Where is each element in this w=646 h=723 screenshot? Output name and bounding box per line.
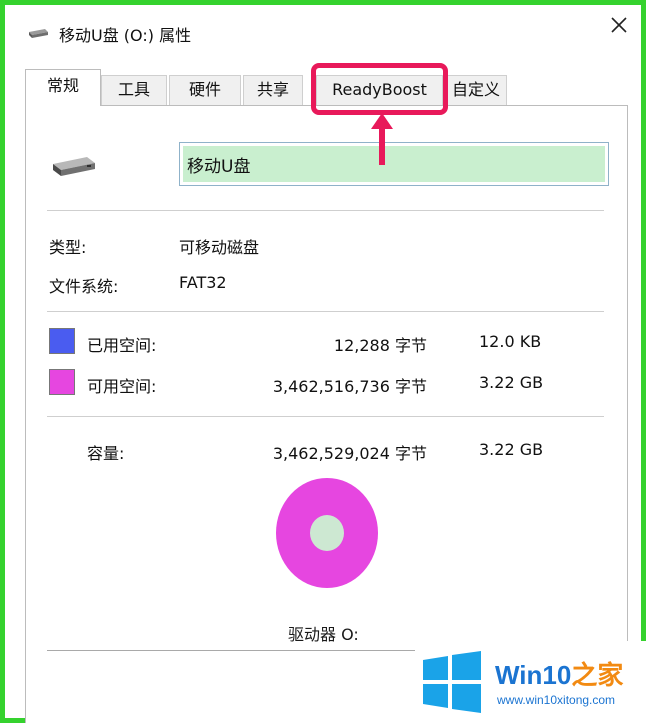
capacity-bytes: 3,462,529,024 字节 xyxy=(272,444,427,463)
divider xyxy=(47,210,604,211)
close-icon xyxy=(611,17,627,33)
removable-drive-icon xyxy=(53,157,95,176)
disk-usage-pie xyxy=(276,478,378,588)
arrow-up-icon xyxy=(371,113,393,165)
free-space-label: 可用空间: xyxy=(87,377,157,396)
usb-drive-icon xyxy=(29,29,48,38)
close-button[interactable] xyxy=(603,9,635,41)
watermark: Win10之家 www.win10xitong.com xyxy=(415,641,646,723)
watermark-url: www.win10xitong.com xyxy=(497,693,616,707)
tab-hardware[interactable]: 硬件 xyxy=(169,75,241,105)
tab-customize[interactable]: 自定义 xyxy=(445,75,507,105)
free-space-swatch xyxy=(49,369,75,395)
used-space-label: 已用空间: xyxy=(87,336,157,355)
title-bar: 移动U盘 (O:) 属性 xyxy=(5,5,641,53)
pie-center-hole xyxy=(310,515,344,551)
used-space-size: 12.0 KB xyxy=(479,332,542,351)
divider xyxy=(47,416,604,417)
filesystem-label: 文件系统: xyxy=(49,277,119,296)
screenshot-frame: 移动U盘 (O:) 属性 常规 工具 硬件 共享 ReadyBoost 自定义 … xyxy=(0,0,646,723)
watermark-title-main: Win10 xyxy=(495,660,572,690)
capacity-label: 容量: xyxy=(87,444,125,463)
windows-logo-icon xyxy=(423,651,481,713)
type-value: 可移动磁盘 xyxy=(179,238,260,257)
tab-general[interactable]: 常规 xyxy=(25,69,101,106)
tab-sharing[interactable]: 共享 xyxy=(243,75,303,105)
used-space-swatch xyxy=(49,328,75,354)
tab-readyboost[interactable]: ReadyBoost xyxy=(316,75,443,105)
type-label: 类型: xyxy=(49,238,87,257)
free-space-bytes: 3,462,516,736 字节 xyxy=(272,377,427,396)
used-space-bytes: 12,288 字节 xyxy=(333,336,427,355)
window-title: 移动U盘 (O:) 属性 xyxy=(59,26,192,45)
drive-name-input[interactable] xyxy=(183,146,605,182)
divider xyxy=(47,311,604,312)
drive-name-field[interactable] xyxy=(179,142,609,186)
watermark-title-accent: 之家 xyxy=(571,660,624,690)
filesystem-value: FAT32 xyxy=(179,273,227,292)
watermark-title: Win10之家 xyxy=(495,655,623,692)
capacity-size: 3.22 GB xyxy=(479,440,544,459)
free-space-size: 3.22 GB xyxy=(479,373,544,392)
drive-letter-label: 驱动器 O: xyxy=(288,625,359,644)
tab-tools[interactable]: 工具 xyxy=(101,75,167,105)
